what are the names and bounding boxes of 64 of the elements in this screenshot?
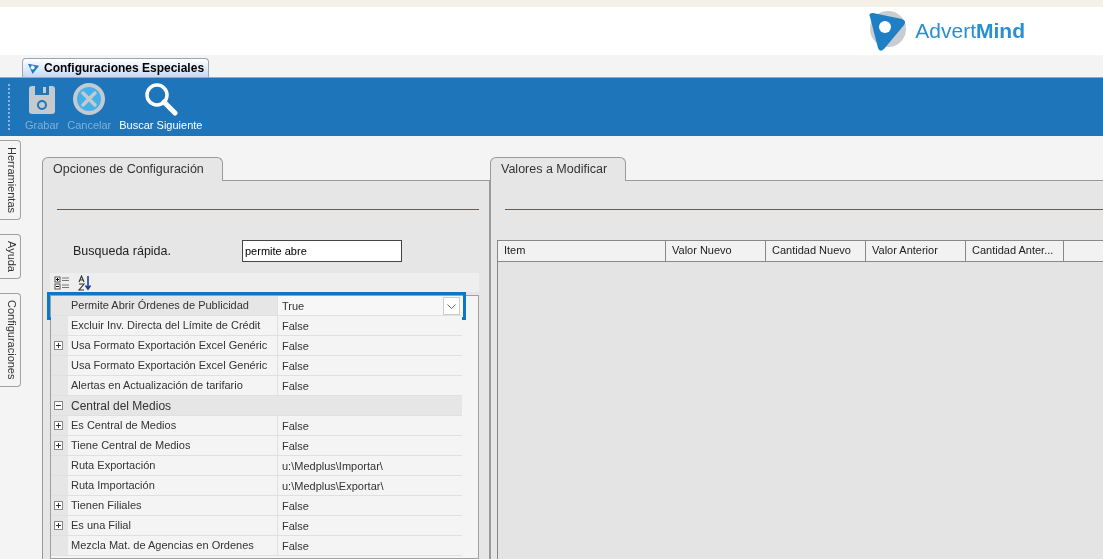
property-row[interactable]: Es una Filial False xyxy=(51,516,462,536)
property-row[interactable]: Alertas en Actualización de tarifario False xyxy=(51,376,462,396)
column-header[interactable]: Valor Nuevo xyxy=(666,241,766,261)
property-value: False xyxy=(281,359,309,372)
expand-icon[interactable] xyxy=(53,341,63,350)
property-name: Ruta Exportación xyxy=(68,456,278,475)
property-row[interactable]: Usa Formato Exportación Excel Genéric False xyxy=(51,356,462,376)
property-value: False xyxy=(281,419,309,432)
property-value: False xyxy=(281,439,309,452)
property-value: False xyxy=(281,379,309,392)
collapse-icon[interactable] xyxy=(53,401,63,410)
logo-icon xyxy=(27,61,40,75)
property-row[interactable]: Ruta Exportación u:\Medplus\Importar\ xyxy=(51,456,462,476)
expand-icon[interactable] xyxy=(53,441,63,450)
panel-tab[interactable]: Valores a Modificar xyxy=(490,157,626,181)
property-name: Mezcla Mat. de Agencias en Ordenes xyxy=(68,536,278,555)
search-button[interactable]: Buscar Siguiente xyxy=(116,78,206,136)
property-row[interactable]: Excluir Inv. Directa del Límite de Crédit False xyxy=(51,316,462,336)
chevron-icon xyxy=(447,303,456,309)
property-value: False xyxy=(281,319,309,332)
search-icon xyxy=(143,82,178,116)
dropdown-button[interactable] xyxy=(443,297,460,315)
property-row[interactable]: Tiene Central de Medios False xyxy=(51,436,462,456)
logo-text: AdvertMind xyxy=(915,19,1025,43)
property-value: False xyxy=(281,499,309,512)
cancel-icon xyxy=(72,82,107,116)
property-name: Alertas en Actualización de tarifario xyxy=(68,376,278,395)
search-label: Busqueda rápida. xyxy=(73,244,172,258)
sort-az-icon[interactable] xyxy=(78,274,92,291)
property-value: u:\Medplus\Importar\ xyxy=(281,459,383,472)
side-tab[interactable]: Ayuda xyxy=(0,234,21,280)
property-name: Tienen Filiales xyxy=(68,496,278,515)
property-row[interactable]: Tienen Filiales False xyxy=(51,496,462,516)
property-value: False xyxy=(281,539,309,552)
property-value: u:\Medplus\Exportar\ xyxy=(281,479,384,492)
column-header[interactable]: Cantidad Anter... xyxy=(966,241,1064,261)
property-name: Usa Formato Exportación Excel Genéric xyxy=(68,356,278,375)
property-name: Es Central de Medios xyxy=(68,416,278,435)
property-name: Permite Abrir Órdenes de Publicidad xyxy=(68,296,278,315)
panel-tab[interactable]: Opciones de Configuración xyxy=(42,157,223,181)
expand-icon[interactable] xyxy=(53,421,63,430)
property-name: Es una Filial xyxy=(68,516,278,535)
property-row[interactable]: Mezcla Mat. de Agencias en Ordenes False xyxy=(51,536,462,556)
document-tab[interactable]: Configuraciones Especiales xyxy=(22,58,210,77)
side-tab[interactable]: Configuraciones xyxy=(0,293,21,387)
column-header[interactable]: Valor Anterior xyxy=(866,241,966,261)
property-name: Excluir Inv. Directa del Límite de Crédit xyxy=(68,316,278,335)
property-name: Tiene Central de Medios xyxy=(68,436,278,455)
property-row[interactable]: Ruta Importación u:\Medplus\Exportar\ xyxy=(51,476,462,496)
side-tab[interactable]: Herramientas xyxy=(0,140,21,221)
category-label: Central del Medios xyxy=(70,398,172,413)
column-header[interactable]: Cantidad Nuevo xyxy=(766,241,866,261)
expand-icon[interactable] xyxy=(53,501,63,510)
property-name: Usa Formato Exportación Excel Genéric xyxy=(68,336,278,355)
expand-icon[interactable] xyxy=(53,521,63,530)
property-value: False xyxy=(281,519,309,532)
property-value: False xyxy=(281,339,309,352)
property-row[interactable]: Usa Formato Exportación Excel Genéric False xyxy=(51,336,462,356)
property-name: Ruta Importación xyxy=(68,476,278,495)
search-field[interactable]: permite abre xyxy=(242,240,402,262)
categorized-icon[interactable] xyxy=(54,275,70,290)
property-value: True xyxy=(281,299,305,312)
column-header[interactable]: Item xyxy=(498,241,666,261)
property-row[interactable]: Es Central de Medios False xyxy=(51,416,462,436)
